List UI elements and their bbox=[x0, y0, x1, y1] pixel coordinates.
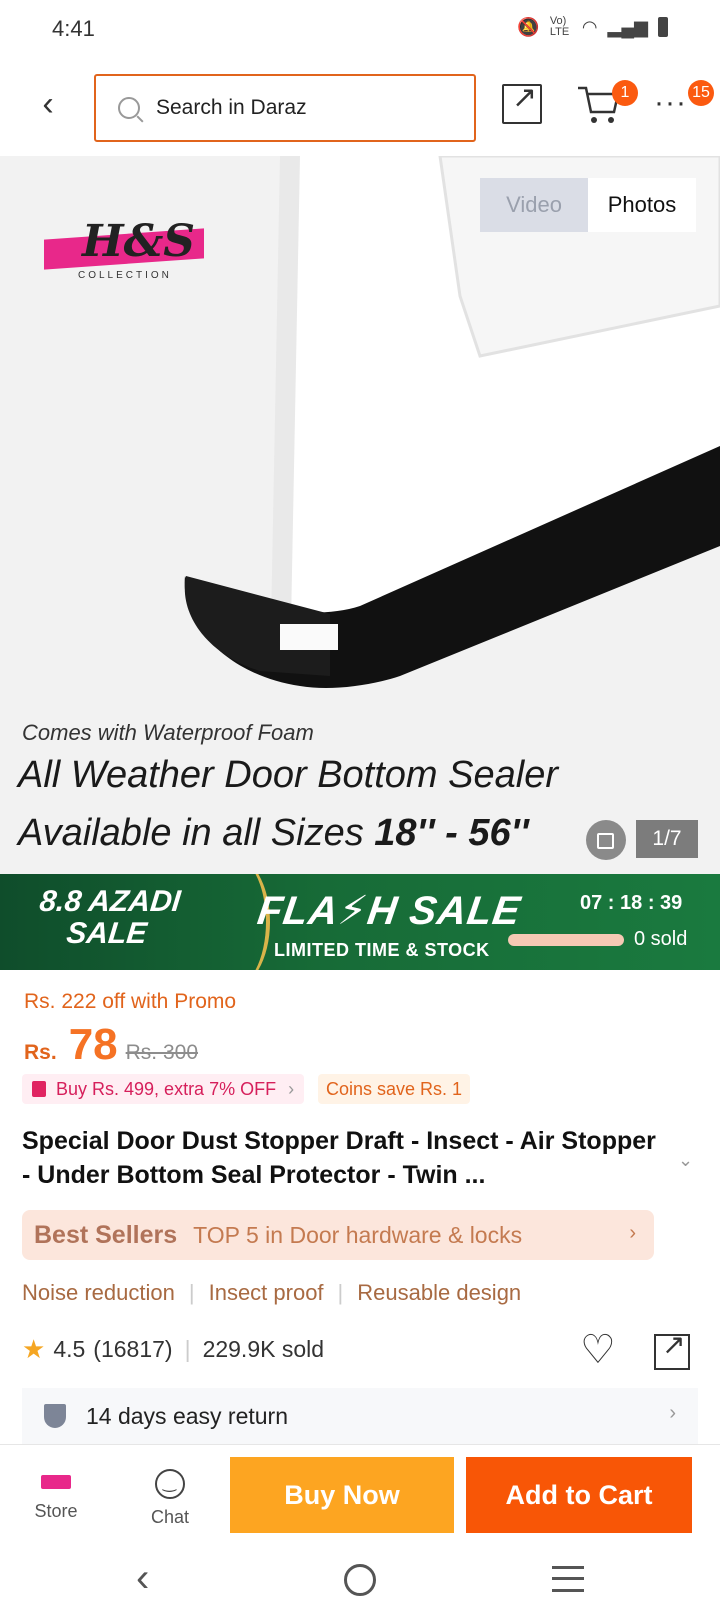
promo-discount-text: Rs. 222 off with Promo bbox=[24, 990, 237, 1013]
wifi-icon: ◠ bbox=[581, 16, 598, 37]
buy-now-button[interactable]: Buy Now bbox=[230, 1457, 454, 1533]
share-icon[interactable] bbox=[654, 1328, 690, 1370]
sold-count: 229.9K sold bbox=[202, 1336, 325, 1362]
search-icon bbox=[118, 97, 140, 119]
app-header: ‹ Search in Daraz 1 ··· 15 bbox=[0, 60, 720, 156]
rating-row[interactable]: ★ 4.5 (16817) | 229.9K sold bbox=[22, 1334, 324, 1365]
media-toggle: Video Photos bbox=[480, 178, 696, 232]
store-button[interactable]: Store bbox=[24, 1465, 88, 1522]
product-image-gallery[interactable]: H&S COLLECTION Video Photos Comes with W… bbox=[0, 156, 720, 874]
signal-icon: ▂▄▆ bbox=[607, 16, 648, 37]
store-label: Store bbox=[34, 1501, 78, 1521]
share-icon[interactable] bbox=[502, 80, 542, 124]
brand-name: H&S bbox=[82, 216, 196, 267]
price-row: Rs. 78 Rs. 300 bbox=[24, 1020, 198, 1070]
bestseller-banner[interactable]: Best Sellers TOP 5 in Door hardware & lo… bbox=[22, 1210, 654, 1260]
mute-icon: 🔕 bbox=[517, 16, 540, 37]
nav-menu-icon[interactable] bbox=[552, 1566, 584, 1592]
sold-progress-bar bbox=[508, 934, 624, 946]
back-button[interactable]: ‹ bbox=[26, 82, 70, 126]
price-currency: Rs. bbox=[24, 1041, 57, 1064]
feature-tag: Reusable design bbox=[357, 1280, 522, 1305]
chat-icon bbox=[155, 1469, 185, 1499]
return-policy-row[interactable]: 14 days easy return › bbox=[22, 1388, 698, 1444]
flash-sale-banner[interactable]: 8.8 AZADI SALE FLA⚡H SALE LIMITED TIME & … bbox=[0, 874, 720, 970]
voucher-icon bbox=[32, 1081, 46, 1097]
image-caption-small: Comes with Waterproof Foam bbox=[22, 720, 314, 745]
coins-chip[interactable]: Coins save Rs. 1 bbox=[318, 1074, 471, 1104]
rating-value: 4.5 bbox=[53, 1336, 86, 1362]
return-policy-text: 14 days easy return bbox=[86, 1402, 289, 1429]
flash-sold-count: 0 sold bbox=[634, 928, 688, 950]
store-logo bbox=[41, 1475, 71, 1489]
brand-subtitle: COLLECTION bbox=[78, 270, 172, 281]
bottom-action-bar: Store Chat Buy Now Add to Cart bbox=[0, 1444, 720, 1548]
chevron-right-icon: › bbox=[629, 1222, 636, 1244]
azadi-sale-label: 8.8 AZADI SALE bbox=[38, 885, 183, 950]
notification-count-badge: 15 bbox=[688, 80, 714, 106]
chevron-right-icon: › bbox=[669, 1402, 676, 1424]
status-time: 4:41 bbox=[52, 16, 95, 41]
chevron-down-icon[interactable]: ⌄ bbox=[678, 1150, 693, 1171]
review-count: (16817) bbox=[93, 1336, 173, 1362]
search-placeholder: Search in Daraz bbox=[156, 96, 307, 119]
nav-back-icon[interactable]: ‹ bbox=[136, 1556, 149, 1601]
chat-label: Chat bbox=[150, 1507, 190, 1527]
battery-icon bbox=[658, 17, 668, 37]
tab-photos[interactable]: Photos bbox=[588, 178, 696, 232]
bestseller-rank: TOP 5 in Door hardware & locks bbox=[193, 1221, 523, 1248]
chevron-right-icon: › bbox=[288, 1078, 295, 1099]
nav-home-icon[interactable] bbox=[344, 1564, 376, 1596]
chat-button[interactable]: Chat bbox=[138, 1465, 202, 1528]
price-value: 78 bbox=[68, 1020, 118, 1069]
system-nav-bar: ‹ bbox=[0, 1548, 720, 1612]
search-input[interactable]: Search in Daraz bbox=[94, 74, 476, 142]
more-options-icon[interactable]: ··· bbox=[654, 86, 687, 120]
voucher-text: Buy Rs. 499, extra 7% OFF bbox=[56, 1078, 277, 1099]
add-to-cart-button[interactable]: Add to Cart bbox=[466, 1457, 692, 1533]
star-icon: ★ bbox=[22, 1334, 46, 1364]
image-caption-main: All Weather Door Bottom Sealer bbox=[18, 754, 558, 796]
feature-tags: Noise reduction | Insect proof | Reusabl… bbox=[22, 1280, 522, 1305]
tab-video[interactable]: Video bbox=[480, 178, 588, 232]
product-title: Special Door Dust Stopper Draft - Insect… bbox=[22, 1127, 656, 1189]
brand-logo: H&S COLLECTION bbox=[44, 208, 210, 288]
flash-sale-title: FLA⚡H SALE bbox=[254, 889, 524, 933]
cart-count-badge: 1 bbox=[612, 80, 638, 106]
bestseller-label: Best Sellers bbox=[34, 1220, 178, 1249]
status-bar: 4:41 🔕 Vo) LTE ◠ ▂▄▆ bbox=[0, 0, 720, 60]
flash-countdown: 07 : 18 : 39 bbox=[580, 892, 683, 914]
volte-icon: Vo) LTE bbox=[549, 15, 570, 38]
image-counter: 1/7 bbox=[636, 820, 698, 858]
image-caption-sizes: Available in all Sizes 18'' - 56'' bbox=[18, 812, 529, 854]
feature-tag: Noise reduction bbox=[22, 1280, 175, 1305]
video-icon[interactable] bbox=[586, 820, 626, 860]
feature-tag: Insect proof bbox=[208, 1280, 324, 1305]
wishlist-heart-icon[interactable]: ♡ bbox=[580, 1330, 616, 1370]
status-icons: 🔕 Vo) LTE ◠ ▂▄▆ bbox=[517, 16, 668, 38]
flash-sale-subtitle: LIMITED TIME & STOCK bbox=[274, 940, 490, 960]
original-price: Rs. 300 bbox=[125, 1041, 199, 1064]
shield-icon bbox=[44, 1404, 66, 1428]
voucher-chip[interactable]: Buy Rs. 499, extra 7% OFF › bbox=[22, 1074, 305, 1104]
